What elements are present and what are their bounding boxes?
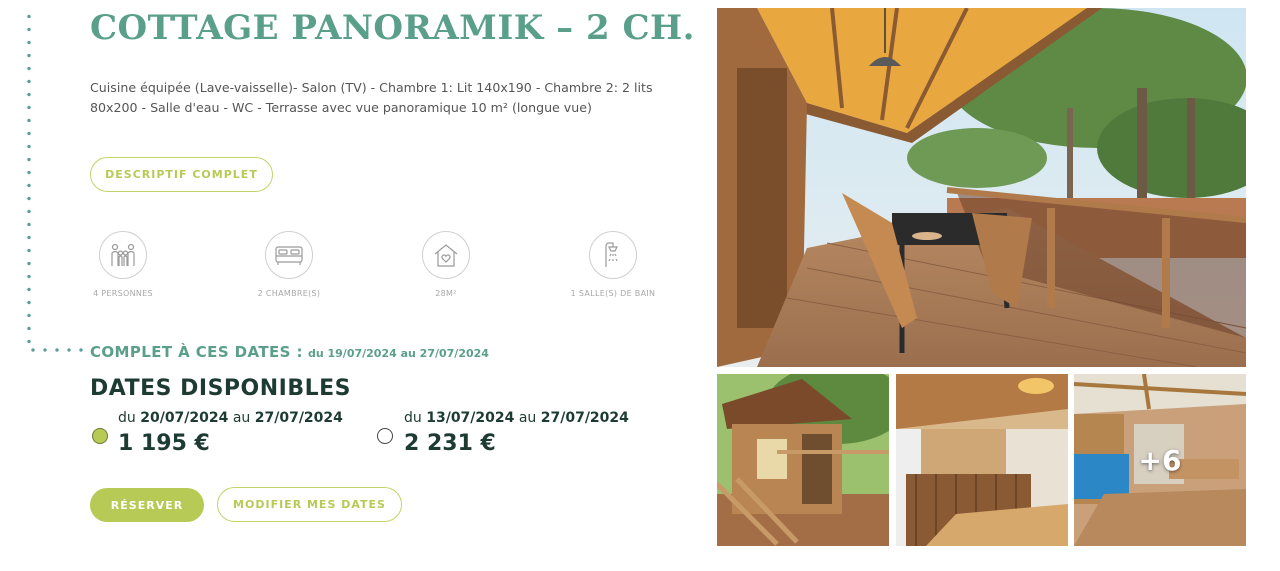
cottage-description: Cuisine équipée (Lave-vaisselle)- Salon … xyxy=(90,80,653,115)
more-photos-count[interactable]: +6 xyxy=(1074,374,1246,546)
amenity-persons: 4 PERSONNES xyxy=(68,231,178,298)
from-word: du xyxy=(404,410,422,426)
amenity-bathroom: 1 SALLE(S) DE BAIN xyxy=(558,231,668,298)
amenity-bedrooms: 2 CHAMBRE(S) xyxy=(234,231,344,298)
complet-label: COMPLET À CES DATES : xyxy=(90,343,303,361)
modifier-dates-button[interactable]: MODIFIER MES DATES xyxy=(217,487,402,522)
amenity-label: 4 PERSONNES xyxy=(93,289,153,298)
from-word: du xyxy=(118,410,136,426)
to-word: au xyxy=(232,410,251,426)
main-photo-terrace[interactable] xyxy=(717,8,1246,367)
page-title: COTTAGE PANORAMIK – 2 CH. xyxy=(90,8,695,48)
date-option-1-price: 1 195 € xyxy=(118,431,210,456)
thumbnail-exterior[interactable] xyxy=(717,374,889,546)
dotted-decoration-vertical xyxy=(27,10,31,346)
bed-icon xyxy=(265,231,313,279)
complet-dates: du 19/07/2024 au 27/07/2024 xyxy=(307,347,489,360)
to-word: au xyxy=(518,410,537,426)
amenity-label: 28M² xyxy=(435,289,457,298)
date-option-2-radio[interactable] xyxy=(377,428,393,444)
to-date: 27/07/2024 xyxy=(254,410,343,426)
thumbnail-living-room[interactable]: +6 xyxy=(1074,374,1246,546)
date-option-2-range[interactable]: du 13/07/2024 au 27/07/2024 xyxy=(404,410,629,426)
descriptif-complet-button[interactable]: DESCRIPTIF COMPLET xyxy=(90,157,273,192)
amenity-label: 2 CHAMBRE(S) xyxy=(257,289,321,298)
unavailable-dates: COMPLET À CES DATES : du 19/07/2024 au 2… xyxy=(90,342,489,361)
to-date: 27/07/2024 xyxy=(540,410,629,426)
from-date: 13/07/2024 xyxy=(426,410,515,426)
dotted-decoration-horizontal xyxy=(27,348,83,352)
date-option-2-price: 2 231 € xyxy=(404,431,496,456)
reserver-button[interactable]: RÉSERVER xyxy=(90,488,204,522)
date-option-1-range[interactable]: du 20/07/2024 au 27/07/2024 xyxy=(118,410,343,426)
amenity-label: 1 SALLE(S) DE BAIN xyxy=(570,289,656,298)
house-heart-icon xyxy=(422,231,470,279)
from-date: 20/07/2024 xyxy=(140,410,229,426)
available-dates-heading: DATES DISPONIBLES xyxy=(90,376,351,401)
thumbnail-kitchen[interactable] xyxy=(896,374,1068,546)
date-option-1-radio[interactable] xyxy=(92,428,108,444)
people-icon xyxy=(99,231,147,279)
shower-icon xyxy=(589,231,637,279)
amenity-surface: 28M² xyxy=(391,231,501,298)
